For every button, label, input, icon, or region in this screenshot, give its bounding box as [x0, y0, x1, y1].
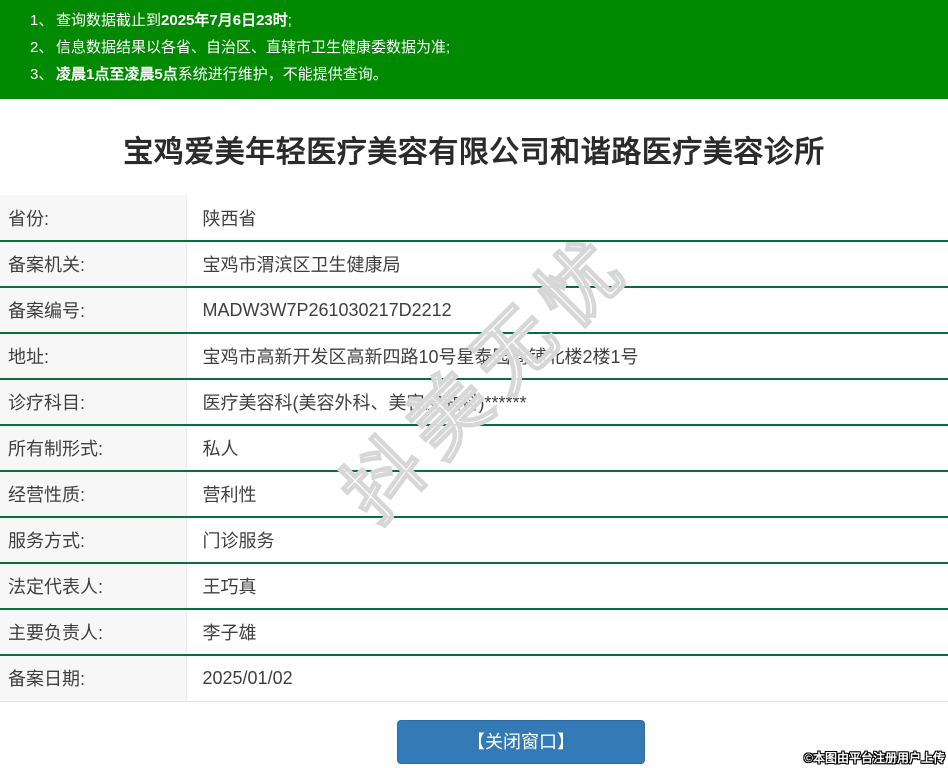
notice-item-text: ;: [287, 12, 292, 29]
table-row-address: 地址: 宝鸡市高新开发区高新四路10号星泰园商铺北楼2楼1号: [0, 333, 948, 379]
table-row-legal-representative: 法定代表人: 王巧真: [0, 563, 948, 609]
row-label: 诊疗科目:: [0, 379, 187, 425]
notice-item-2: 2、 信息数据结果以各省、自治区、直辖市卫生健康委数据为准;: [0, 34, 948, 61]
table-row-person-in-charge: 主要负责人: 李子雄: [0, 609, 948, 655]
photo-credit-watermark: ©本图由平台注册用户上传: [804, 751, 945, 765]
row-label: 经营性质:: [0, 471, 187, 517]
row-value: 医疗美容科(美容外科、美容皮肤科)******: [202, 393, 527, 413]
notice-banner: 1、 查询数据截止到2025年7月6日23时; 2、 信息数据结果以各省、自治区、直…: [0, 0, 948, 99]
row-label: 主要负责人:: [0, 609, 187, 655]
row-value: 门诊服务: [202, 531, 275, 551]
notice-item-text: 系统进行维护，不能提供查询。: [177, 66, 388, 83]
notice-item-bold: 2025年7月6日23时: [161, 12, 288, 29]
row-value: 2025/01/02: [202, 667, 293, 688]
close-window-button[interactable]: 【关闭窗口】: [397, 719, 645, 764]
table-row-business-nature: 经营性质: 营利性: [0, 471, 948, 517]
row-value: 王巧真: [202, 577, 257, 597]
notice-item-bold: 凌晨1点至凌晨5点: [56, 66, 178, 83]
row-label: 服务方式:: [0, 517, 187, 563]
row-label: 省份:: [0, 195, 187, 241]
table-row-province: 省份: 陕西省: [0, 195, 948, 241]
row-value: 私人: [202, 439, 239, 459]
table-row-medical-subjects: 诊疗科目: 医疗美容科(美容外科、美容皮肤科)******: [0, 379, 948, 425]
notice-item-number: 2、: [30, 39, 54, 56]
registration-info-table: 省份: 陕西省 备案机关: 宝鸡市渭滨区卫生健康局 备案编号: MADW3W7P…: [0, 195, 948, 702]
notice-item-number: 3、: [30, 66, 54, 83]
table-row-filing-number: 备案编号: MADW3W7P261030217D2212: [0, 287, 948, 333]
notice-item-3: 3、 凌晨1点至凌晨5点系统进行维护，不能提供查询。: [0, 61, 948, 88]
table-row-filing-authority: 备案机关: 宝鸡市渭滨区卫生健康局: [0, 241, 948, 287]
row-value: 宝鸡市渭滨区卫生健康局: [202, 255, 401, 275]
row-label: 备案编号:: [0, 287, 187, 333]
page-title: 宝鸡爱美年轻医疗美容有限公司和谐路医疗美容诊所: [123, 136, 825, 169]
notice-item-text: 信息数据结果以各省、自治区、直辖市卫生健康委数据为准;: [56, 39, 451, 56]
row-label: 备案日期:: [0, 655, 187, 701]
row-value: 陕西省: [202, 208, 257, 229]
notice-item-text: 查询数据截止到: [56, 12, 162, 29]
row-label: 所有制形式:: [0, 425, 187, 471]
row-label: 备案机关:: [0, 241, 187, 287]
row-label: 法定代表人:: [0, 563, 187, 609]
table-row-ownership: 所有制形式: 私人: [0, 425, 948, 471]
row-value: 宝鸡市高新开发区高新四路10号星泰园商铺北楼2楼1号: [202, 347, 639, 367]
row-value: MADW3W7P261030217D2212: [202, 299, 452, 320]
row-value: 李子雄: [202, 623, 257, 643]
table-row-service-mode: 服务方式: 门诊服务: [0, 517, 948, 563]
notice-item-number: 1、: [30, 12, 54, 29]
notice-item-1: 1、 查询数据截止到2025年7月6日23时;: [0, 7, 948, 34]
table-row-filing-date: 备案日期: 2025/01/02: [0, 655, 948, 701]
row-label: 地址:: [0, 333, 187, 379]
row-value: 营利性: [202, 485, 257, 505]
